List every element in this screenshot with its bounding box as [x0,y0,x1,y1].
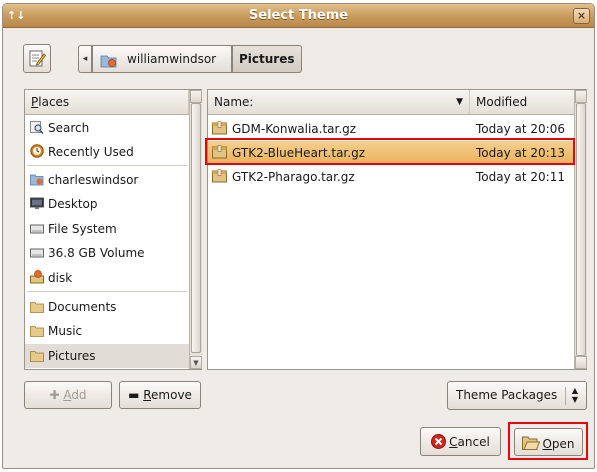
place-item-recently-used[interactable]: Recently Used [25,140,189,164]
folder-icon [30,297,44,313]
places-header[interactable]: Places [25,90,189,115]
breadcrumb-pictures-label: Pictures [239,52,295,66]
type-location-button[interactable] [23,44,51,73]
breadcrumb-home[interactable]: williamwindsor [92,45,232,73]
path-back-button[interactable]: ◂ [78,45,92,73]
file-modified: Today at 20:11 [476,170,565,184]
home-folder-icon [30,170,44,186]
scroll-up-arrow[interactable] [190,90,202,103]
archive-icon [212,119,228,135]
select-theme-dialog: ↑↓ Select Theme × ◂ williamwindsor Pictu… [2,3,595,469]
file-row-gtk2-pharago[interactable]: GTK2-Pharago.tar.gz Today at 20:11 [208,165,574,189]
place-item-volume[interactable]: 36.8 GB Volume [25,241,189,265]
column-header-modified[interactable]: Modified [470,90,574,115]
archive-icon [212,167,228,183]
drive-icon [30,219,44,234]
scroll-up-arrow[interactable] [575,90,587,103]
files-scrollbar[interactable] [574,90,587,369]
add-bookmark-button[interactable]: ✚ Add [24,381,112,409]
place-item-music[interactable]: Music [25,319,189,343]
desktop-icon [30,194,44,209]
combo-arrows-icon: ▲ ▼ [571,386,579,404]
open-button-highlight [508,422,588,460]
place-item-file-system[interactable]: File System [25,217,189,241]
place-item-charleswindsor[interactable]: charleswindsor [25,168,189,192]
files-scroll-thumb[interactable] [576,103,586,356]
breadcrumb-pictures[interactable]: Pictures [232,45,302,73]
file-list-pane[interactable]: Name: ▼ Modified GDM-Konwalia.tar.gz Tod… [207,89,587,370]
clock-icon [30,142,44,158]
drive-icon [30,243,44,258]
magnifier-icon [30,118,44,135]
file-name: GDM-Konwalia.tar.gz [232,122,357,136]
place-item-disk[interactable]: disk [25,266,189,290]
edit-icon [29,50,46,67]
folder-icon [30,346,44,362]
scroll-down-arrow[interactable] [575,356,587,369]
title-bar[interactable]: ↑↓ Select Theme × [3,4,594,28]
home-folder-icon [100,55,117,68]
window-title: Select Theme [248,8,349,23]
cancel-icon [431,434,447,449]
place-item-desktop[interactable]: Desktop [25,192,189,216]
sort-descending-icon: ▼ [456,97,463,107]
file-name: GTK2-Pharago.tar.gz [232,170,355,184]
place-item-search[interactable]: Search [25,116,189,140]
file-type-filter[interactable]: Theme Packages ▲ ▼ [447,381,587,410]
combo-divider [565,387,566,405]
places-divider [27,165,187,166]
user-disk-icon [30,268,44,284]
places-divider [27,291,187,292]
place-item-pictures[interactable]: Pictures [25,344,189,368]
remove-icon: ▬ [128,388,144,402]
places-pane[interactable]: Places Search Recently Used charleswinds… [24,89,202,370]
folder-icon [30,321,44,337]
breadcrumb-home-label: williamwindsor [127,52,217,66]
places-scrollbar[interactable]: ▼ [189,90,202,369]
column-header-name[interactable]: Name: ▼ [208,90,470,115]
selection-highlight [205,138,575,165]
filter-selected: Theme Packages [456,388,558,402]
place-item-documents[interactable]: Documents [25,295,189,319]
scroll-down-arrow[interactable]: ▼ [190,356,202,369]
cancel-button[interactable]: Cancel [420,427,501,456]
places-scroll-thumb[interactable] [191,103,201,353]
add-icon: ✚ [49,388,64,402]
remove-bookmark-button[interactable]: ▬ Remove [119,381,201,409]
close-icon[interactable]: × [573,8,590,24]
